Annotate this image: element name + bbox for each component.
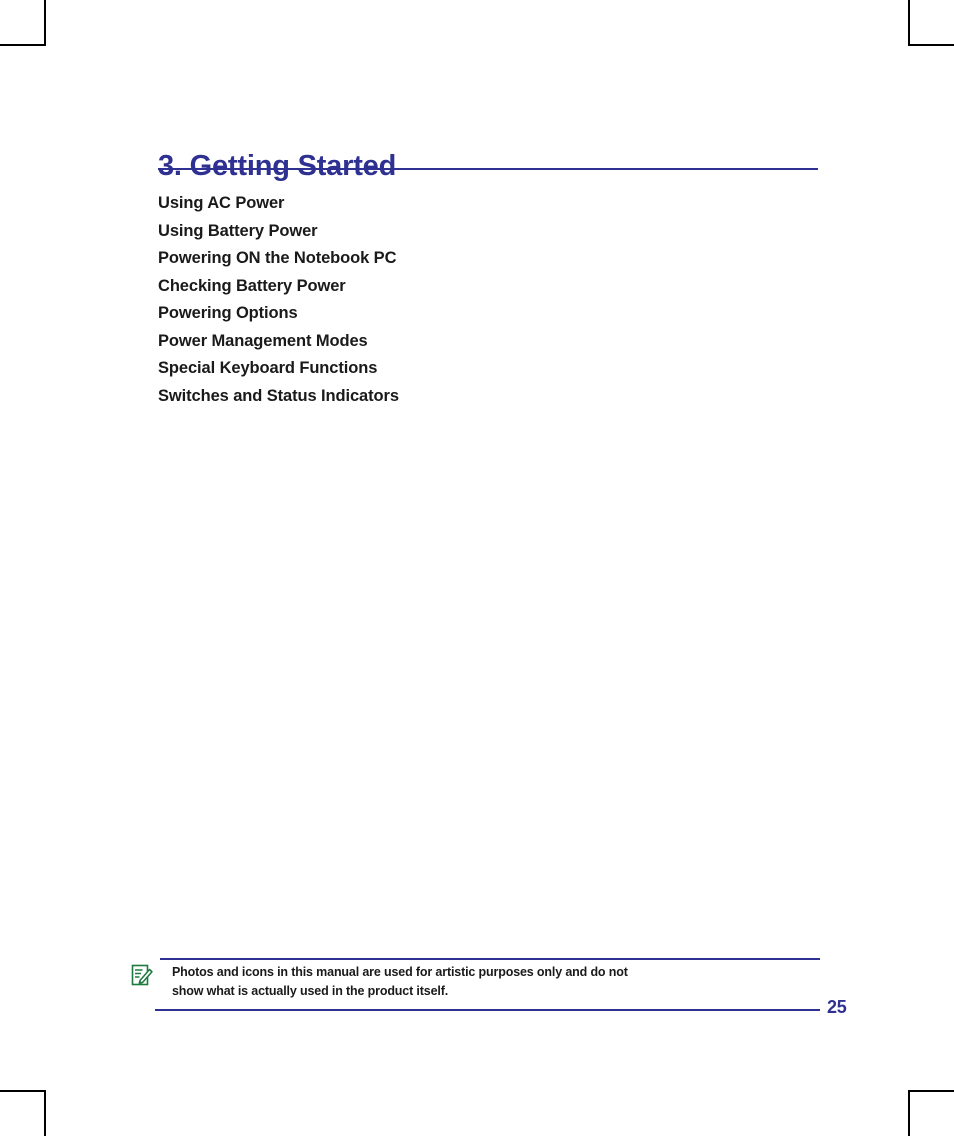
heading-divider-rule bbox=[158, 168, 818, 170]
crop-mark-horizontal-line bbox=[0, 1090, 46, 1092]
contents-list-item: Using Battery Power bbox=[158, 221, 318, 240]
contents-list-item: Switches and Status Indicators bbox=[158, 386, 399, 405]
chapter-heading: 3. Getting Started bbox=[158, 150, 397, 183]
page-number: 25 bbox=[827, 997, 847, 1017]
contents-list-item: Using AC Power bbox=[158, 194, 285, 212]
note-text-line: show what is actually used in the produc… bbox=[172, 984, 449, 998]
chapter-contents-list: Using AC Power Using Battery Power Power… bbox=[158, 190, 818, 410]
note-text-line: Photos and icons in this manual are used… bbox=[172, 965, 628, 979]
contents-list-item: Powering ON the Notebook PC bbox=[158, 249, 397, 267]
contents-list-item: Checking Battery Power bbox=[158, 276, 346, 295]
crop-mark-vertical-line bbox=[44, 0, 46, 46]
note-text: Photos and icons in this manual are used… bbox=[172, 963, 792, 1001]
crop-mark-vertical-line bbox=[908, 0, 910, 46]
contents-list-item: Power Management Modes bbox=[158, 331, 368, 350]
note-top-rule bbox=[160, 958, 820, 960]
crop-mark-horizontal-line bbox=[0, 44, 46, 46]
crop-mark-vertical-line bbox=[44, 1090, 46, 1136]
note-bottom-rule bbox=[155, 1009, 820, 1011]
crop-mark-horizontal-line bbox=[908, 44, 954, 46]
contents-list-item: Special Keyboard Functions bbox=[158, 359, 378, 377]
contents-list-item: Powering Options bbox=[158, 304, 298, 322]
crop-mark-vertical-line bbox=[908, 1090, 910, 1136]
crop-mark-horizontal-line bbox=[908, 1090, 954, 1092]
note-pencil-icon bbox=[130, 963, 154, 987]
